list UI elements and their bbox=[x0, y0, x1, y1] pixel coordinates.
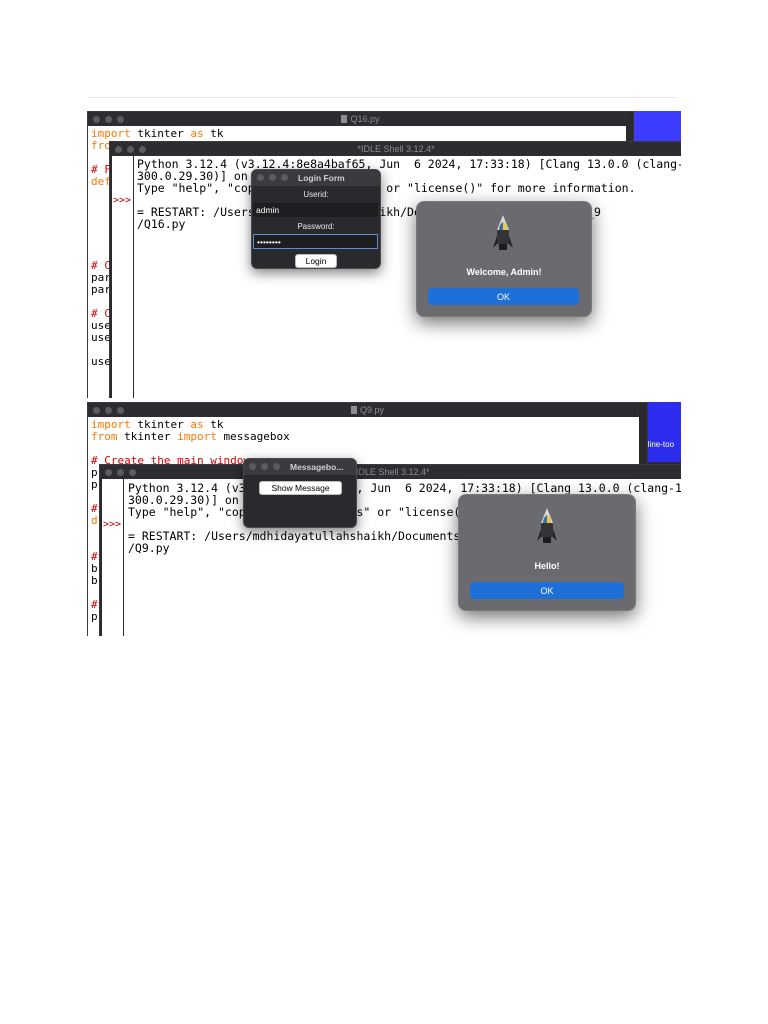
ok-button[interactable]: OK bbox=[470, 582, 624, 599]
userid-label: Userid: bbox=[303, 190, 329, 199]
shell-gutter bbox=[112, 156, 134, 398]
file-icon bbox=[341, 115, 348, 123]
close-dot[interactable] bbox=[257, 174, 264, 181]
ok-button[interactable]: OK bbox=[428, 288, 579, 305]
python-rocket-icon bbox=[493, 215, 513, 250]
bottom-screenshot: lline-too Q9.py import tkinter as tk from… bbox=[87, 402, 681, 636]
login-titlebar: Login Form bbox=[252, 170, 380, 186]
hello-dialog: Hello! OK bbox=[458, 494, 636, 611]
password-field[interactable]: •••••••• bbox=[253, 234, 378, 249]
close-dot[interactable] bbox=[249, 463, 256, 470]
shell-titlebar: *IDLE Shell 3.12.4* bbox=[100, 465, 681, 479]
minimize-dot[interactable] bbox=[105, 116, 112, 123]
top-screenshot: Q16.py import tkinter as tk fro # Fdef # Cp… bbox=[87, 111, 681, 398]
messagebox-title: Messagebo... bbox=[290, 462, 344, 472]
shell-titlebar: *IDLE Shell 3.12.4* bbox=[110, 142, 681, 156]
desktop-blue-area bbox=[632, 111, 681, 141]
file-icon bbox=[350, 406, 357, 414]
side-label: lline-too bbox=[646, 440, 675, 449]
login-form-window: Login Form Userid: admin Password: •••••… bbox=[251, 169, 381, 269]
close-dot[interactable] bbox=[115, 146, 122, 153]
zoom-dot[interactable] bbox=[117, 116, 124, 123]
login-button[interactable]: Login bbox=[295, 254, 337, 268]
shell-gutter bbox=[102, 479, 124, 636]
messagebox-window: Messagebo... Show Message bbox=[243, 458, 357, 528]
close-dot[interactable] bbox=[93, 407, 100, 414]
minimize-dot[interactable] bbox=[117, 469, 124, 476]
welcome-dialog: Welcome, Admin! OK bbox=[416, 201, 592, 317]
messagebox-titlebar: Messagebo... bbox=[244, 459, 356, 475]
shell-line: Type "help", "copyright", "credits" or "… bbox=[137, 181, 636, 195]
shell-output[interactable]: Python 3.12.4 (v3.12.4:8e8a4baf65, Jun 6… bbox=[137, 158, 681, 230]
close-dot[interactable] bbox=[105, 469, 112, 476]
shell-title: *IDLE Shell 3.12.4* bbox=[352, 467, 430, 477]
code-line: from tkinter import messagebox bbox=[91, 430, 290, 443]
shell-prompt: >>> bbox=[113, 195, 132, 206]
top-divider bbox=[88, 97, 676, 98]
minimize-dot[interactable] bbox=[105, 407, 112, 414]
minimize-dot[interactable] bbox=[261, 463, 268, 470]
editor-titlebar: Q16.py bbox=[88, 112, 633, 126]
dialog-message: Welcome, Admin! bbox=[466, 267, 542, 277]
show-message-button[interactable]: Show Message bbox=[259, 481, 342, 495]
shell-prompt: >>> bbox=[103, 519, 122, 530]
zoom-dot[interactable] bbox=[129, 469, 136, 476]
minimize-dot[interactable] bbox=[269, 174, 276, 181]
editor-title: Q16.py bbox=[350, 114, 380, 124]
editor-titlebar: Q9.py bbox=[88, 403, 647, 417]
minimize-dot[interactable] bbox=[127, 146, 134, 153]
login-title: Login Form bbox=[298, 173, 345, 183]
zoom-dot[interactable] bbox=[117, 407, 124, 414]
idle-shell-window: *IDLE Shell 3.12.4* >>> Python 3.12.4 (v… bbox=[109, 141, 681, 398]
dialog-message: Hello! bbox=[534, 561, 560, 571]
password-label: Password: bbox=[297, 222, 335, 231]
userid-field[interactable]: admin bbox=[253, 203, 378, 217]
close-dot[interactable] bbox=[93, 116, 100, 123]
zoom-dot[interactable] bbox=[281, 174, 288, 181]
zoom-dot[interactable] bbox=[273, 463, 280, 470]
python-rocket-icon bbox=[537, 508, 557, 543]
editor-title: Q9.py bbox=[359, 405, 384, 415]
shell-line: = RESTART: /Users/mdhidayatullahshaikh/D… bbox=[137, 205, 601, 219]
zoom-dot[interactable] bbox=[139, 146, 146, 153]
desktop-blue-area: lline-too bbox=[646, 402, 681, 462]
shell-title: *IDLE Shell 3.12.4* bbox=[357, 144, 435, 154]
shell-line: /Q16.py bbox=[137, 217, 186, 231]
